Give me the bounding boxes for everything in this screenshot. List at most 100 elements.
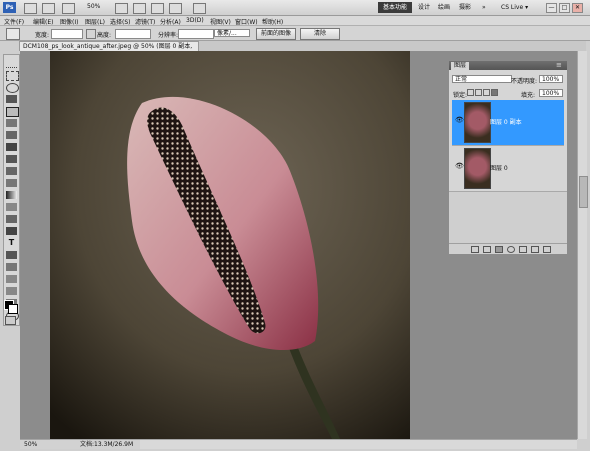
- layer-thumbnail: [464, 148, 491, 189]
- new-layer-icon[interactable]: [531, 246, 539, 253]
- toolbox: T: [3, 54, 20, 326]
- workspace-essentials[interactable]: 基本功能: [378, 2, 412, 13]
- blur-tool-icon[interactable]: [6, 203, 17, 211]
- horizontal-scrollbar[interactable]: [140, 439, 577, 449]
- layer-thumbnail: [464, 102, 491, 143]
- menu-edit[interactable]: 编辑(E): [33, 17, 53, 26]
- visibility-eye-icon[interactable]: 👁: [455, 116, 464, 124]
- gradient-tool-icon[interactable]: [6, 191, 17, 199]
- menu-view[interactable]: 视图(V): [210, 17, 231, 26]
- link-layers-icon[interactable]: [471, 246, 479, 253]
- crop-tool-preset-icon[interactable]: [6, 28, 20, 40]
- shape-tool-icon[interactable]: [6, 263, 17, 271]
- document-tab[interactable]: DCM108_ps_look_antique_after.jpeg @ 50% …: [19, 41, 199, 60]
- opacity-field[interactable]: 100%: [539, 75, 563, 83]
- eyedropper-tool-icon[interactable]: [6, 119, 17, 127]
- application-bar: Ps 50% 基本功能 设计 绘画 摄影 » CS Live ▾ — □ ✕: [0, 0, 590, 16]
- blend-mode-select[interactable]: 正常: [452, 75, 512, 83]
- 3d-orbit-tool-icon[interactable]: [6, 287, 17, 295]
- dodge-tool-icon[interactable]: [6, 215, 17, 223]
- marquee-tool-icon[interactable]: [6, 71, 19, 81]
- menu-filter[interactable]: 滤镜(T): [135, 17, 155, 26]
- fill-label: 填充:: [521, 92, 536, 99]
- menu-analysis[interactable]: 分析(A): [160, 17, 181, 26]
- bridge-icon[interactable]: [24, 3, 37, 14]
- layer-name[interactable]: 图层 0: [490, 163, 508, 172]
- resolution-unit-select[interactable]: 像素/...: [214, 29, 250, 37]
- zoom-tool-icon[interactable]: [133, 3, 146, 14]
- add-mask-icon[interactable]: [495, 246, 503, 253]
- options-bar: 宽度: 高度: 分辨率: 像素/... 前面的图像 清除: [0, 26, 590, 41]
- lasso-tool-icon[interactable]: [6, 83, 19, 93]
- status-bar: 50% 文档:13.3M/26.9M: [20, 439, 140, 449]
- resolution-label: 分辨率:: [158, 32, 179, 39]
- type-tool-icon[interactable]: T: [6, 239, 17, 247]
- cs-live-menu[interactable]: CS Live ▾: [501, 2, 528, 13]
- lock-transparency-icon[interactable]: [467, 89, 474, 96]
- workspace-photography[interactable]: 摄影: [459, 2, 471, 13]
- crop-tool-icon[interactable]: [6, 107, 19, 117]
- path-selection-tool-icon[interactable]: [6, 251, 17, 259]
- clone-stamp-tool-icon[interactable]: [6, 155, 17, 163]
- front-image-button[interactable]: 前面的图像: [256, 28, 296, 40]
- workspace-more[interactable]: »: [482, 2, 486, 13]
- zoom-level[interactable]: 50%: [87, 3, 100, 10]
- background-color-swatch[interactable]: [8, 304, 18, 314]
- menu-help[interactable]: 帮助(H): [262, 17, 283, 26]
- fill-field[interactable]: 100%: [539, 89, 563, 97]
- close-button[interactable]: ✕: [572, 3, 583, 13]
- new-group-icon[interactable]: [519, 246, 527, 253]
- workspace-painting[interactable]: 绘画: [438, 2, 450, 13]
- brush-tool-icon[interactable]: [6, 143, 17, 151]
- arrange-documents-icon[interactable]: [169, 3, 182, 14]
- menu-file[interactable]: 文件(F): [4, 17, 24, 26]
- healing-brush-tool-icon[interactable]: [6, 131, 17, 139]
- layer-style-icon[interactable]: [483, 246, 491, 253]
- opacity-label: 不透明度:: [511, 78, 538, 85]
- layers-tab[interactable]: 图层: [451, 62, 470, 70]
- minibridge-icon[interactable]: [42, 3, 55, 14]
- visibility-eye-icon[interactable]: 👁: [455, 162, 464, 170]
- layer-name[interactable]: 图层 0 副本: [490, 117, 522, 126]
- rotate-view-icon[interactable]: [151, 3, 164, 14]
- panel-menu-icon[interactable]: ≡: [556, 61, 562, 69]
- menu-window[interactable]: 窗口(W): [235, 17, 258, 26]
- layer-row[interactable]: 👁 图层 0: [452, 145, 564, 191]
- move-tool-icon[interactable]: [6, 59, 17, 68]
- height-label: 高度:: [97, 32, 112, 39]
- screen-mode-icon[interactable]: [193, 3, 206, 14]
- minimize-button[interactable]: —: [546, 3, 557, 13]
- workspace-design[interactable]: 设计: [418, 2, 430, 13]
- menu-select[interactable]: 选择(S): [110, 17, 131, 26]
- quick-select-tool-icon[interactable]: [6, 95, 17, 103]
- lock-position-icon[interactable]: [483, 89, 490, 96]
- clear-button[interactable]: 清除: [300, 28, 340, 40]
- adjustment-layer-icon[interactable]: [507, 246, 515, 253]
- layer-row[interactable]: 👁 图层 0 副本: [452, 100, 564, 145]
- view-extras-icon[interactable]: [62, 3, 75, 14]
- hand-tool-icon[interactable]: [115, 3, 128, 14]
- pen-tool-icon[interactable]: [6, 227, 17, 235]
- delete-layer-icon[interactable]: [543, 246, 551, 253]
- document-image[interactable]: [50, 51, 410, 439]
- lock-all-icon[interactable]: [491, 89, 498, 96]
- quick-mask-icon[interactable]: [5, 316, 16, 325]
- maximize-button[interactable]: □: [559, 3, 570, 13]
- menu-layer[interactable]: 图层(L): [85, 17, 105, 26]
- status-zoom[interactable]: 50%: [24, 440, 37, 449]
- width-label: 宽度:: [35, 32, 50, 39]
- vertical-scroll-thumb[interactable]: [579, 176, 588, 208]
- vertical-scrollbar[interactable]: [577, 51, 588, 439]
- menu-3d[interactable]: 3D(D): [186, 17, 204, 24]
- menu-bar: 文件(F) 编辑(E) 图像(I) 图层(L) 选择(S) 滤镜(T) 分析(A…: [0, 16, 590, 26]
- lock-pixels-icon[interactable]: [475, 89, 482, 96]
- history-brush-tool-icon[interactable]: [6, 167, 17, 175]
- menu-image[interactable]: 图像(I): [60, 17, 78, 26]
- resolution-field[interactable]: [178, 29, 214, 39]
- width-field[interactable]: [51, 29, 83, 39]
- height-field[interactable]: [115, 29, 151, 39]
- swap-dimensions-icon[interactable]: [86, 29, 96, 39]
- layers-footer: [449, 243, 567, 254]
- eraser-tool-icon[interactable]: [6, 179, 17, 187]
- 3d-rotate-tool-icon[interactable]: [6, 275, 17, 283]
